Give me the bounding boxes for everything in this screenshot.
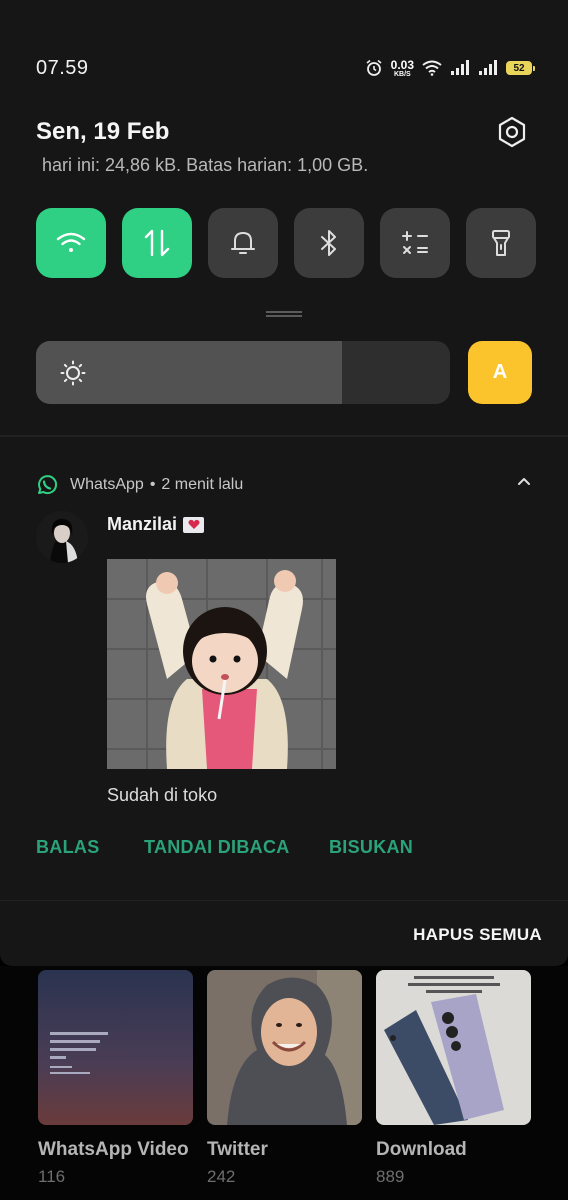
album-download[interactable]: Download 889 [376,970,531,1187]
album-name: WhatsApp Video [38,1139,189,1160]
sun-icon [60,360,86,386]
album-count: 116 [38,1167,66,1186]
net-speed: 0.03 KB/S [391,59,414,78]
cell-signal-1-icon [451,60,469,75]
sender-name-row: Manzilai [107,514,205,535]
wifi-icon [56,232,86,252]
tile-calculator[interactable] [380,208,450,278]
drag-handle[interactable] [266,311,302,317]
cell-signal-2-icon [479,60,497,75]
album-twitter[interactable]: Twitter 242 [207,970,362,1187]
album-name: Twitter [207,1139,268,1160]
album-name: Download [376,1139,467,1160]
auto-brightness-button[interactable]: A [468,341,532,404]
mobile-data-arrows-icon [144,229,170,257]
chevron-up-icon[interactable] [516,476,532,488]
notification-actions: BALAS TANDAI DIBACA BISUKAN [36,837,413,858]
date: Sen, 19 Feb [36,118,170,145]
tile-sound[interactable] [208,208,278,278]
tile-mobile-data[interactable] [122,208,192,278]
status-icons: 0.03 KB/S 52 [365,59,535,78]
album-thumbnail [38,970,193,1125]
calculator-icon [402,231,428,254]
notification-shade: 07.59 0.03 KB/S 52 Sen, 19 Feb hari ini:… [0,0,568,966]
flashlight-icon [492,230,510,256]
avatar-photo [36,511,88,563]
album-thumbnail [207,970,362,1125]
clock: 07.59 [36,56,89,79]
notification-app-name: WhatsApp [70,476,144,493]
gallery-background: WhatsApp Video 116 Twitter 242 Download … [0,966,568,1200]
tile-flashlight[interactable] [466,208,536,278]
child-photo [107,559,336,769]
album-count: 242 [207,1167,236,1186]
reply-button[interactable]: BALAS [36,837,144,858]
wifi-signal-icon [422,60,442,76]
divider [0,900,568,901]
clear-all-button[interactable]: HAPUS SEMUA [413,925,542,945]
settings-gear-icon[interactable] [496,116,528,148]
album-count: 889 [376,1167,405,1186]
brightness-slider[interactable] [36,341,450,404]
bluetooth-icon [321,230,336,256]
battery-icon: 52 [506,61,535,75]
mute-button[interactable]: BISUKAN [329,837,413,858]
whatsapp-icon [38,475,58,495]
album-whatsapp-video[interactable]: WhatsApp Video 116 [38,970,193,1187]
album-thumbnail [376,970,531,1125]
notification-image[interactable] [107,559,336,769]
heart-emoji-icon [183,516,205,533]
bell-icon [231,232,255,254]
mark-read-button[interactable]: TANDAI DIBACA [144,837,329,858]
alarm-icon [366,59,382,76]
notification-message: Sudah di toko [107,785,218,805]
status-bar: 07.59 0.03 KB/S 52 [36,54,535,82]
net-speed-value: 0.03 [390,57,414,72]
tile-bluetooth[interactable] [294,208,364,278]
tile-wifi[interactable] [36,208,106,278]
quick-settings-tiles [36,208,536,278]
sender-name: Manzilai [107,514,178,534]
sender-avatar [36,511,88,563]
notification-time: 2 menit lalu [161,476,244,493]
separator-dot: • [149,476,156,493]
net-speed-unit: KB/S [393,70,411,78]
data-usage-text: hari ini: 24,86 kB. Batas harian: 1,00 G… [42,155,369,175]
notification-header[interactable]: WhatsApp • 2 menit lalu [36,474,532,496]
divider [0,435,568,437]
